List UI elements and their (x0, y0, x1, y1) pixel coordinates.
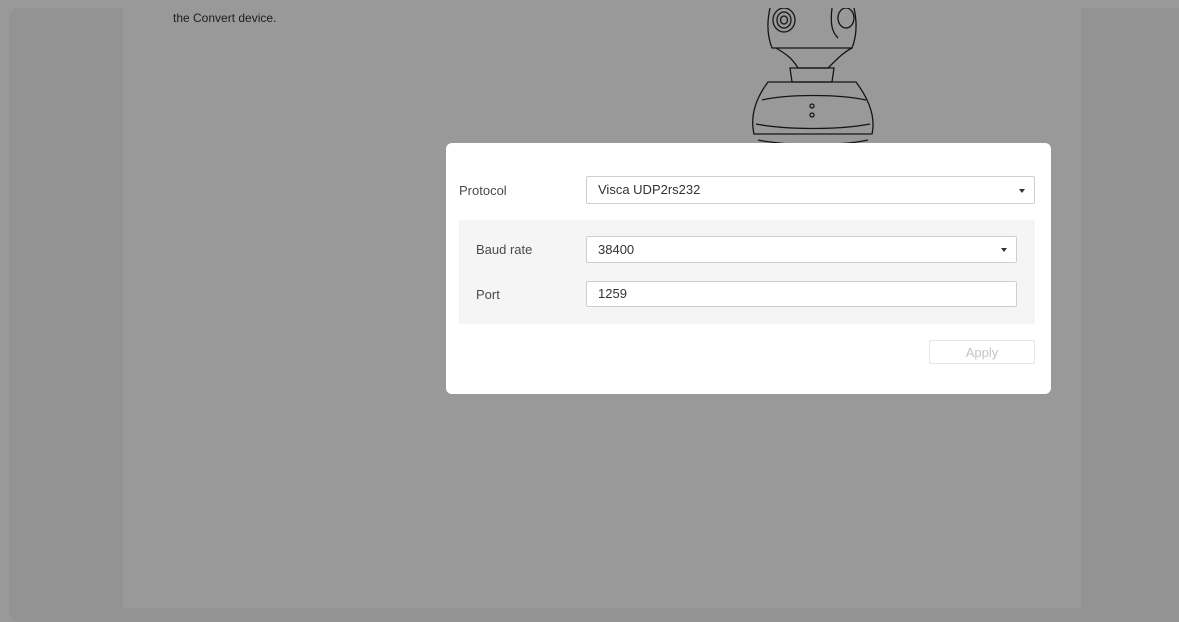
baud-rate-select-value: 38400 (598, 242, 635, 257)
chevron-down-icon (1019, 189, 1025, 193)
protocol-label: Protocol (459, 183, 507, 198)
apply-button[interactable]: Apply (929, 340, 1035, 364)
chevron-down-icon (1001, 248, 1007, 252)
port-label: Port (476, 287, 500, 302)
serial-settings-dialog: Protocol Visca UDP2rs232 Baud rate 38400… (446, 143, 1051, 394)
baud-rate-select[interactable]: 38400 (586, 236, 1017, 263)
baud-rate-label: Baud rate (476, 242, 533, 257)
protocol-select[interactable]: Visca UDP2rs232 (586, 176, 1035, 204)
port-input-value: 1259 (598, 286, 627, 301)
protocol-select-value: Visca UDP2rs232 (598, 182, 701, 197)
serial-options-panel: Baud rate 38400 Port 1259 (459, 220, 1035, 324)
port-input[interactable]: 1259 (586, 281, 1017, 307)
